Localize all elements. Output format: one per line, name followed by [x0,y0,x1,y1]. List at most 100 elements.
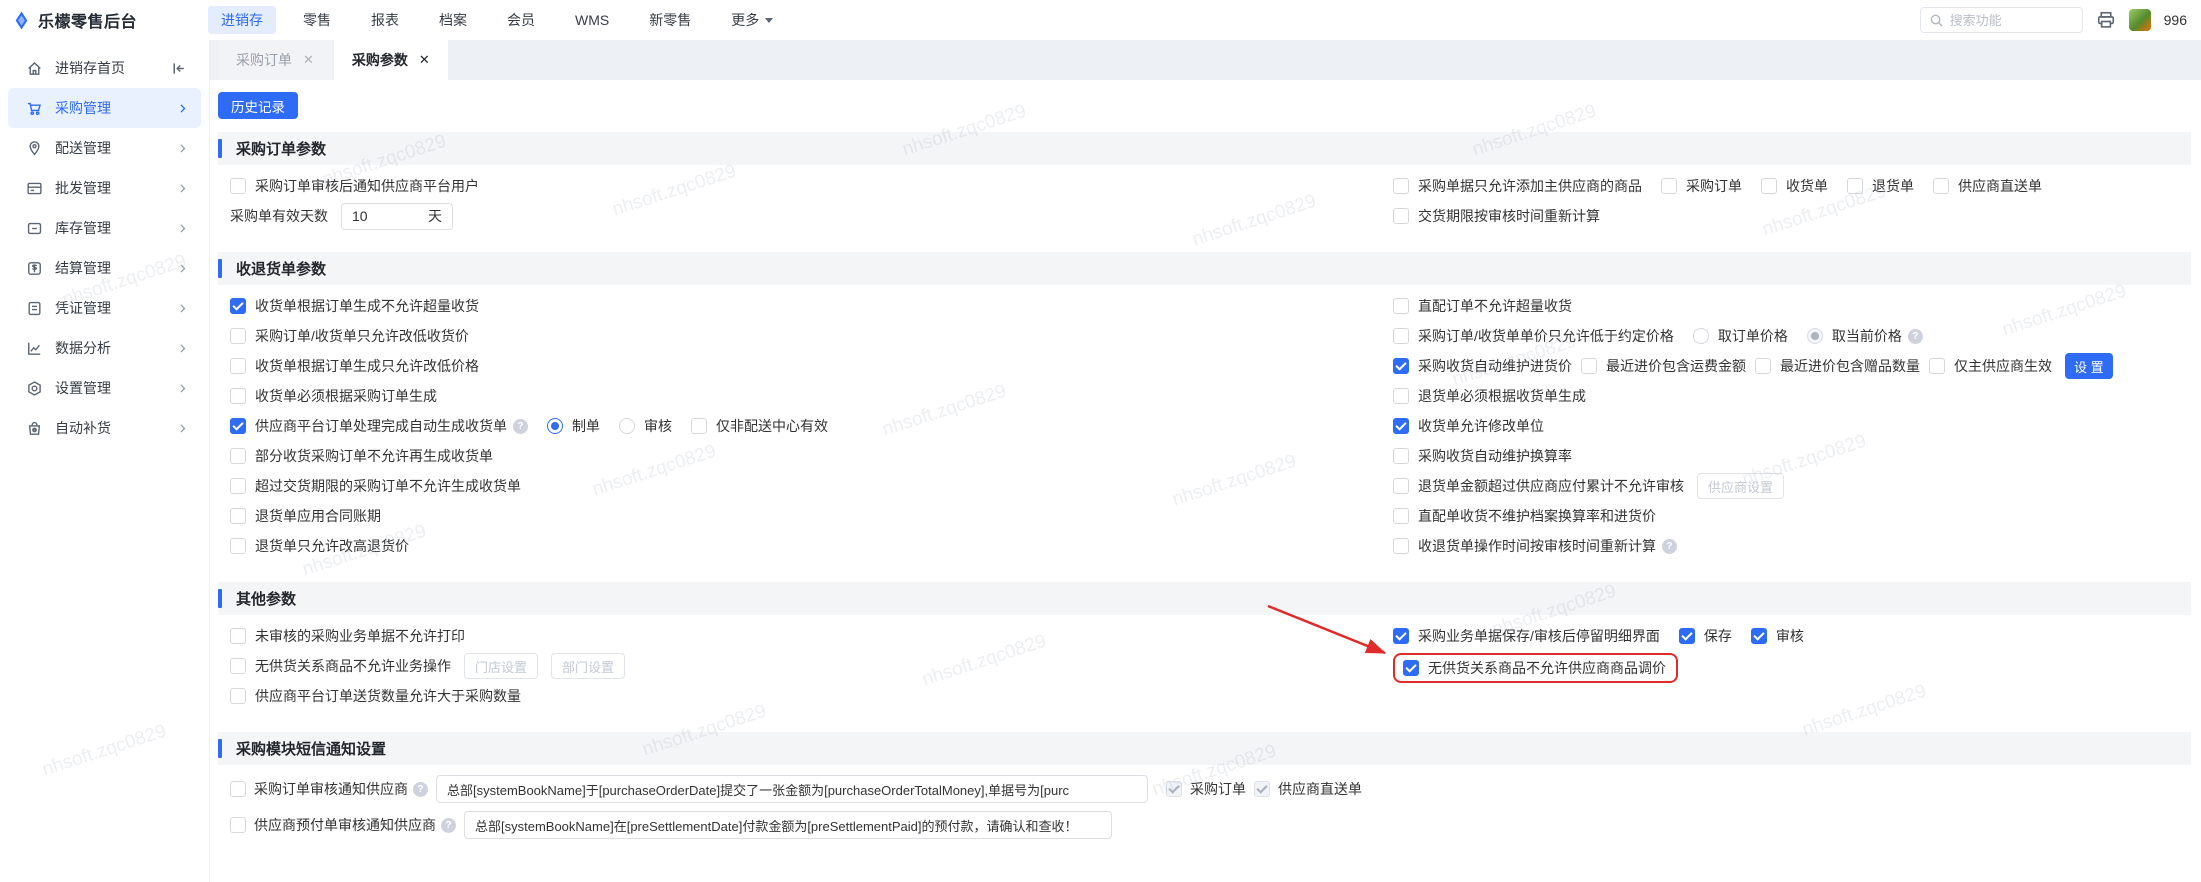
department-settings-button[interactable]: 部门设置 [551,653,626,679]
checkbox[interactable] [230,538,246,554]
param-label[interactable]: 退货单应用合同账期 [255,506,381,526]
checkbox[interactable] [230,178,246,194]
checkbox[interactable] [1581,358,1597,374]
checkbox[interactable] [1393,388,1409,404]
topnav-item-dangan[interactable]: 档案 [426,6,480,34]
checkbox[interactable] [1678,628,1695,644]
tab-purchase-order[interactable]: 采购订单 ✕ [218,40,332,80]
help-icon[interactable] [1907,328,1923,344]
param-label[interactable]: 采购订单/收货单单价只允许低于约定价格 [1418,326,1674,346]
param-label[interactable]: 最近进价包含运费金额 [1606,356,1746,376]
param-label[interactable]: 无供货关系商品不允许供应商商品调价 [1428,658,1666,678]
printer-icon[interactable] [2096,10,2116,30]
checkbox[interactable] [1393,538,1409,554]
checkbox[interactable] [230,658,246,674]
param-label[interactable]: 采购单据只允许添加主供应商的商品 [1418,176,1642,196]
close-icon[interactable]: ✕ [303,52,314,68]
checkbox[interactable] [1929,358,1945,374]
param-label[interactable]: 仅非配送中心有效 [716,416,828,436]
checkbox[interactable] [230,688,246,704]
checkbox[interactable] [1393,418,1409,434]
sms-template-input[interactable] [436,775,1148,803]
param-label[interactable]: 采购订单审核后通知供应商平台用户 [255,176,479,196]
search-box[interactable] [1919,7,2083,33]
checkbox[interactable] [691,418,707,434]
checkbox[interactable] [1755,358,1771,374]
sidebar-item-home[interactable]: 进销存首页 [8,48,201,88]
param-label[interactable]: 采购订单 [1686,176,1742,196]
checkbox[interactable] [1750,628,1767,644]
topnav-item-more[interactable]: 更多 [718,6,786,34]
topnav-item-jinxiaocun[interactable]: 进销存 [208,6,276,34]
param-label[interactable]: 交货期限按审核时间重新计算 [1418,206,1600,226]
sidebar-item-analytics[interactable]: 数据分析 [8,328,201,368]
sidebar-item-purchase[interactable]: 采购管理 [8,88,201,128]
sms-template-input[interactable] [464,811,1112,839]
help-icon[interactable] [1662,538,1677,554]
param-label[interactable]: 采购业务单据保存/审核后停留明细界面 [1418,626,1660,646]
checkbox[interactable] [230,817,246,833]
checkbox[interactable] [230,448,246,464]
topnav-item-xinlingshou[interactable]: 新零售 [636,6,704,34]
param-label[interactable]: 部分收货采购订单不允许再生成收货单 [255,446,493,466]
radio-label[interactable]: 取当前价格 [1832,326,1902,346]
topnav-item-wms[interactable]: WMS [562,8,622,32]
param-label[interactable]: 收货单 [1786,176,1828,196]
param-label[interactable]: 无供货关系商品不允许业务操作 [255,656,451,676]
param-label[interactable]: 供应商平台订单送货数量允许大于采购数量 [255,686,521,706]
param-label[interactable]: 超过交货期限的采购订单不允许生成收货单 [255,476,521,496]
param-label[interactable]: 收货单根据订单生成只允许改低价格 [255,356,479,376]
checkbox[interactable] [1393,508,1409,524]
username[interactable]: 996 [2164,12,2187,28]
param-label[interactable]: 采购订单/收货单只允许改低收货价 [255,326,469,346]
checkbox[interactable] [230,478,246,494]
param-label[interactable]: 供应商直送单 [1958,176,2042,196]
checkbox[interactable] [1393,448,1409,464]
param-label[interactable]: 保存 [1704,626,1732,646]
param-label[interactable]: 审核 [1776,626,1804,646]
validity-days-input[interactable] [352,208,414,224]
help-icon[interactable] [513,418,528,434]
topnav-item-lingshou[interactable]: 零售 [290,6,344,34]
sidebar-item-settlement[interactable]: 结算管理 [8,248,201,288]
topnav-item-baobiao[interactable]: 报表 [358,6,412,34]
checkbox[interactable] [1393,328,1409,344]
checkbox[interactable] [230,508,246,524]
param-label[interactable]: 收货单根据订单生成不允许超量收货 [255,296,479,316]
collapse-sidebar-icon[interactable] [170,60,187,77]
param-label[interactable]: 收退货单操作时间按审核时间重新计算 [1418,536,1656,556]
param-label[interactable]: 采购订单审核通知供应商 [254,779,408,799]
search-input[interactable] [1949,12,2062,28]
topnav-item-huiyuan[interactable]: 会员 [494,6,548,34]
param-label[interactable]: 最近进价包含赠品数量 [1780,356,1920,376]
checkbox[interactable] [1393,478,1409,494]
param-label[interactable]: 供应商预付单审核通知供应商 [254,815,436,835]
param-label[interactable]: 未审核的采购业务单据不允许打印 [255,626,465,646]
checkbox[interactable] [230,628,246,644]
user-avatar[interactable] [2128,9,2151,31]
param-label[interactable]: 直配订单不允许超量收货 [1418,296,1572,316]
radio-order-price[interactable] [1692,328,1709,344]
sidebar-item-settings[interactable]: 设置管理 [8,368,201,408]
checkbox[interactable] [1393,178,1409,194]
param-label[interactable]: 仅主供应商生效 [1954,356,2052,376]
checkbox[interactable] [230,418,246,434]
radio-label[interactable]: 取订单价格 [1718,326,1788,346]
tab-purchase-params[interactable]: 采购参数 ✕ [333,40,448,80]
radio-make-doc[interactable] [547,418,563,434]
checkbox[interactable] [1393,298,1409,314]
supplier-settings-button[interactable]: 供应商设置 [1697,473,1785,499]
param-label[interactable]: 退货单 [1872,176,1914,196]
checkbox[interactable] [1847,178,1863,194]
param-label[interactable]: 直配单收货不维护档案换算率和进货价 [1418,506,1656,526]
param-label[interactable]: 供应商平台订单处理完成自动生成收货单 [255,416,507,436]
checkbox[interactable] [1393,628,1409,644]
param-label[interactable]: 退货单只允许改高退货价 [255,536,409,556]
param-label[interactable]: 收货单必须根据采购订单生成 [255,386,437,406]
radio-current-price[interactable] [1806,328,1823,344]
help-icon[interactable] [441,817,456,833]
param-label[interactable]: 退货单金额超过供应商应付累计不允许审核 [1418,476,1684,496]
sidebar-item-voucher[interactable]: 凭证管理 [8,288,201,328]
store-settings-button[interactable]: 门店设置 [464,653,539,679]
radio-label[interactable]: 审核 [644,416,672,436]
